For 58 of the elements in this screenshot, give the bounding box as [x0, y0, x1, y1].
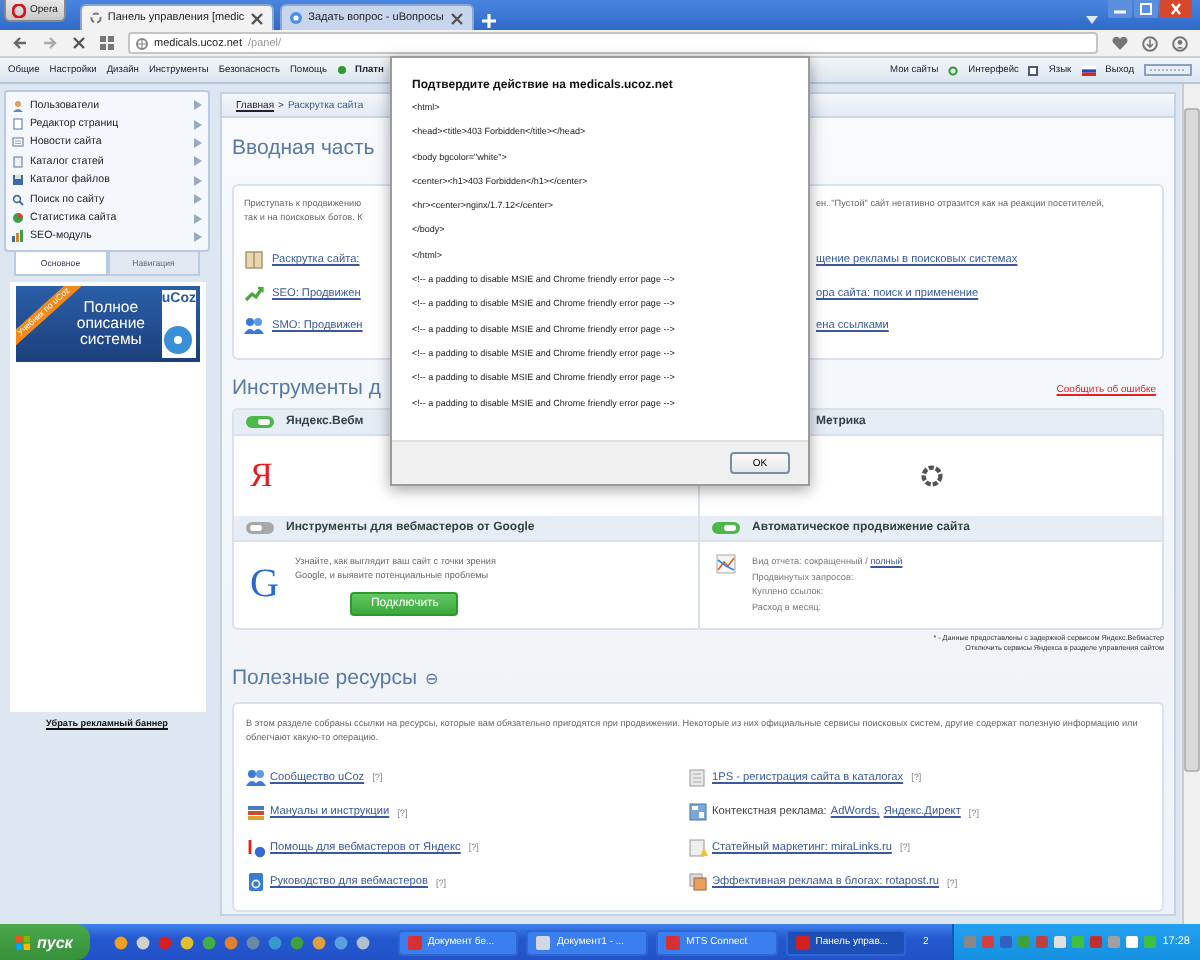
loading-spinner-icon — [919, 464, 943, 488]
guide-book-icon — [246, 872, 266, 893]
collapse-toggle[interactable]: ⊖ — [425, 666, 440, 692]
growth-chart-icon — [244, 283, 264, 304]
chart-icon — [716, 554, 736, 574]
toggle-switch[interactable] — [712, 522, 740, 534]
scrollbar[interactable] — [1182, 84, 1200, 924]
google-logo: G — [250, 562, 279, 608]
toggle-switch[interactable] — [246, 522, 274, 534]
window-icon — [1028, 65, 1039, 75]
search-icon — [12, 193, 24, 206]
people-icon — [244, 316, 264, 337]
stop-icon[interactable] — [72, 36, 86, 50]
grid-icon[interactable] — [100, 36, 114, 50]
toolbar-grip-icon[interactable] — [1144, 64, 1192, 76]
site-logo-icon — [290, 12, 303, 24]
dot-icon — [337, 66, 345, 74]
yandex-logo: Я — [250, 456, 273, 496]
heart-icon[interactable] — [1112, 36, 1128, 50]
page-icon — [12, 118, 24, 131]
refresh-icon — [948, 65, 959, 75]
app-icon — [407, 935, 422, 949]
maximize-icon[interactable] — [1134, 0, 1158, 18]
book-icon — [244, 250, 264, 271]
flag-icon — [1081, 65, 1096, 75]
start-button[interactable]: пуск — [0, 924, 90, 960]
section-title: Инструменты д — [232, 376, 382, 402]
app-icon — [666, 935, 681, 949]
blog-icon — [688, 872, 708, 893]
close-icon[interactable] — [1160, 0, 1192, 18]
books-icon — [246, 802, 266, 823]
download-icon[interactable] — [1142, 35, 1158, 51]
app-icon — [795, 935, 810, 949]
catalog-icon — [688, 767, 708, 788]
app-icon — [536, 935, 551, 949]
close-icon[interactable] — [250, 11, 265, 25]
section-title: Вводная часть — [232, 136, 375, 162]
ad-window-icon — [688, 802, 708, 823]
globe-icon — [136, 37, 148, 49]
opera-logo-icon — [12, 3, 26, 17]
new-tab-icon[interactable] — [479, 12, 498, 30]
back-icon[interactable] — [12, 36, 28, 50]
section-title: Полезные ресурсы — [232, 666, 418, 692]
document-icon — [12, 155, 24, 168]
article-icon — [688, 837, 708, 858]
forward-icon[interactable] — [42, 36, 58, 50]
toggle-switch[interactable] — [246, 416, 274, 428]
seo-icon — [12, 230, 24, 243]
account-icon[interactable] — [1172, 35, 1188, 51]
pie-chart-icon — [12, 212, 24, 225]
windows-flag-icon — [16, 935, 31, 949]
user-icon — [12, 99, 24, 112]
news-icon — [12, 136, 24, 149]
people-icon — [246, 767, 266, 788]
loading-icon — [89, 12, 102, 24]
close-icon[interactable] — [449, 11, 464, 25]
minimize-icon[interactable] — [1108, 0, 1132, 18]
disc-icon — [162, 324, 195, 357]
